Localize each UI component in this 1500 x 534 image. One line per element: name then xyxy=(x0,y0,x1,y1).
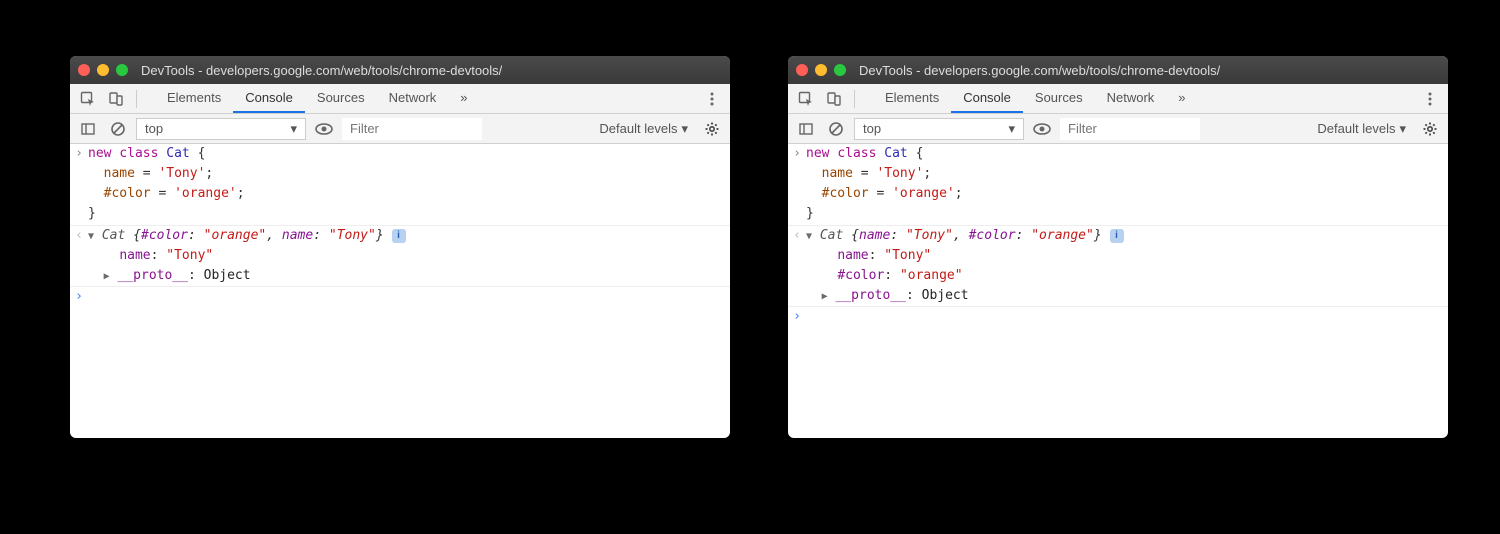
tab-elements[interactable]: Elements xyxy=(873,84,951,113)
console-area: › new class Cat { name = 'Tony'; #color … xyxy=(788,144,1448,337)
minimize-icon[interactable] xyxy=(815,64,827,76)
info-icon[interactable]: i xyxy=(392,229,406,243)
console-input-code: new class Cat { name = 'Tony'; #color = … xyxy=(806,144,1448,225)
context-label: top xyxy=(145,121,163,136)
info-icon[interactable]: i xyxy=(1110,229,1124,243)
clear-console-icon[interactable] xyxy=(824,117,848,141)
minimize-icon[interactable] xyxy=(97,64,109,76)
chevron-down-icon: ▾ xyxy=(290,121,297,137)
titlebar: DevTools - developers.google.com/web/too… xyxy=(70,56,730,84)
console-toolbar: top ▾ Default levels ▾ xyxy=(70,114,730,144)
prompt-icon: › xyxy=(788,307,806,327)
console-toolbar: top ▾ Default levels ▾ xyxy=(788,114,1448,144)
filter-input[interactable] xyxy=(1060,118,1200,140)
tab-elements[interactable]: Elements xyxy=(155,84,233,113)
disclosure-triangle-icon[interactable] xyxy=(806,226,812,246)
tab-more[interactable]: » xyxy=(1166,84,1197,113)
tab-network[interactable]: Network xyxy=(377,84,449,113)
gear-icon[interactable] xyxy=(700,117,724,141)
output-marker-icon: ‹ xyxy=(70,226,88,286)
tab-more[interactable]: » xyxy=(448,84,479,113)
sidebar-toggle-icon[interactable] xyxy=(794,117,818,141)
window-title: DevTools - developers.google.com/web/too… xyxy=(859,63,1220,78)
close-icon[interactable] xyxy=(78,64,90,76)
prompt-icon: › xyxy=(70,287,88,307)
devtools-window-left: DevTools - developers.google.com/web/too… xyxy=(70,56,730,438)
filter-input[interactable] xyxy=(342,118,482,140)
inspect-icon[interactable] xyxy=(76,87,100,111)
levels-label: Default levels xyxy=(1317,121,1395,136)
kebab-menu-icon[interactable] xyxy=(700,87,724,111)
context-selector[interactable]: top ▾ xyxy=(136,118,306,140)
tab-console[interactable]: Console xyxy=(951,84,1023,113)
console-prompt[interactable] xyxy=(88,287,730,307)
live-expr-icon[interactable] xyxy=(1030,117,1054,141)
live-expr-icon[interactable] xyxy=(312,117,336,141)
input-marker-icon: › xyxy=(70,144,88,225)
tab-sources[interactable]: Sources xyxy=(305,84,377,113)
titlebar: DevTools - developers.google.com/web/too… xyxy=(788,56,1448,84)
chevron-down-icon: ▾ xyxy=(681,121,688,137)
tab-network[interactable]: Network xyxy=(1095,84,1167,113)
device-icon[interactable] xyxy=(822,87,846,111)
sidebar-toggle-icon[interactable] xyxy=(76,117,100,141)
console-prompt[interactable] xyxy=(806,307,1448,327)
console-output[interactable]: Cat {#color: "orange", name: "Tony"} i n… xyxy=(88,226,730,286)
context-selector[interactable]: top ▾ xyxy=(854,118,1024,140)
disclosure-triangle-icon[interactable] xyxy=(104,266,110,286)
window-title: DevTools - developers.google.com/web/too… xyxy=(141,63,502,78)
device-icon[interactable] xyxy=(104,87,128,111)
zoom-icon[interactable] xyxy=(834,64,846,76)
close-icon[interactable] xyxy=(796,64,808,76)
kebab-menu-icon[interactable] xyxy=(1418,87,1442,111)
main-tabs: Elements Console Sources Network » xyxy=(788,84,1448,114)
tab-sources[interactable]: Sources xyxy=(1023,84,1095,113)
chevron-down-icon: ▾ xyxy=(1399,121,1406,137)
disclosure-triangle-icon[interactable] xyxy=(88,226,94,246)
disclosure-triangle-icon[interactable] xyxy=(822,286,828,306)
tab-console[interactable]: Console xyxy=(233,84,305,113)
zoom-icon[interactable] xyxy=(116,64,128,76)
inspect-icon[interactable] xyxy=(794,87,818,111)
chevron-down-icon: ▾ xyxy=(1008,121,1015,137)
levels-label: Default levels xyxy=(599,121,677,136)
output-marker-icon: ‹ xyxy=(788,226,806,307)
console-input-code: new class Cat { name = 'Tony'; #color = … xyxy=(88,144,730,225)
gear-icon[interactable] xyxy=(1418,117,1442,141)
context-label: top xyxy=(863,121,881,136)
main-tabs: Elements Console Sources Network » xyxy=(70,84,730,114)
levels-selector[interactable]: Default levels ▾ xyxy=(1311,121,1412,137)
levels-selector[interactable]: Default levels ▾ xyxy=(593,121,694,137)
devtools-window-right: DevTools - developers.google.com/web/too… xyxy=(788,56,1448,438)
clear-console-icon[interactable] xyxy=(106,117,130,141)
console-area: › new class Cat { name = 'Tony'; #color … xyxy=(70,144,730,317)
console-output[interactable]: Cat {name: "Tony", #color: "orange"} i n… xyxy=(806,226,1448,307)
input-marker-icon: › xyxy=(788,144,806,225)
